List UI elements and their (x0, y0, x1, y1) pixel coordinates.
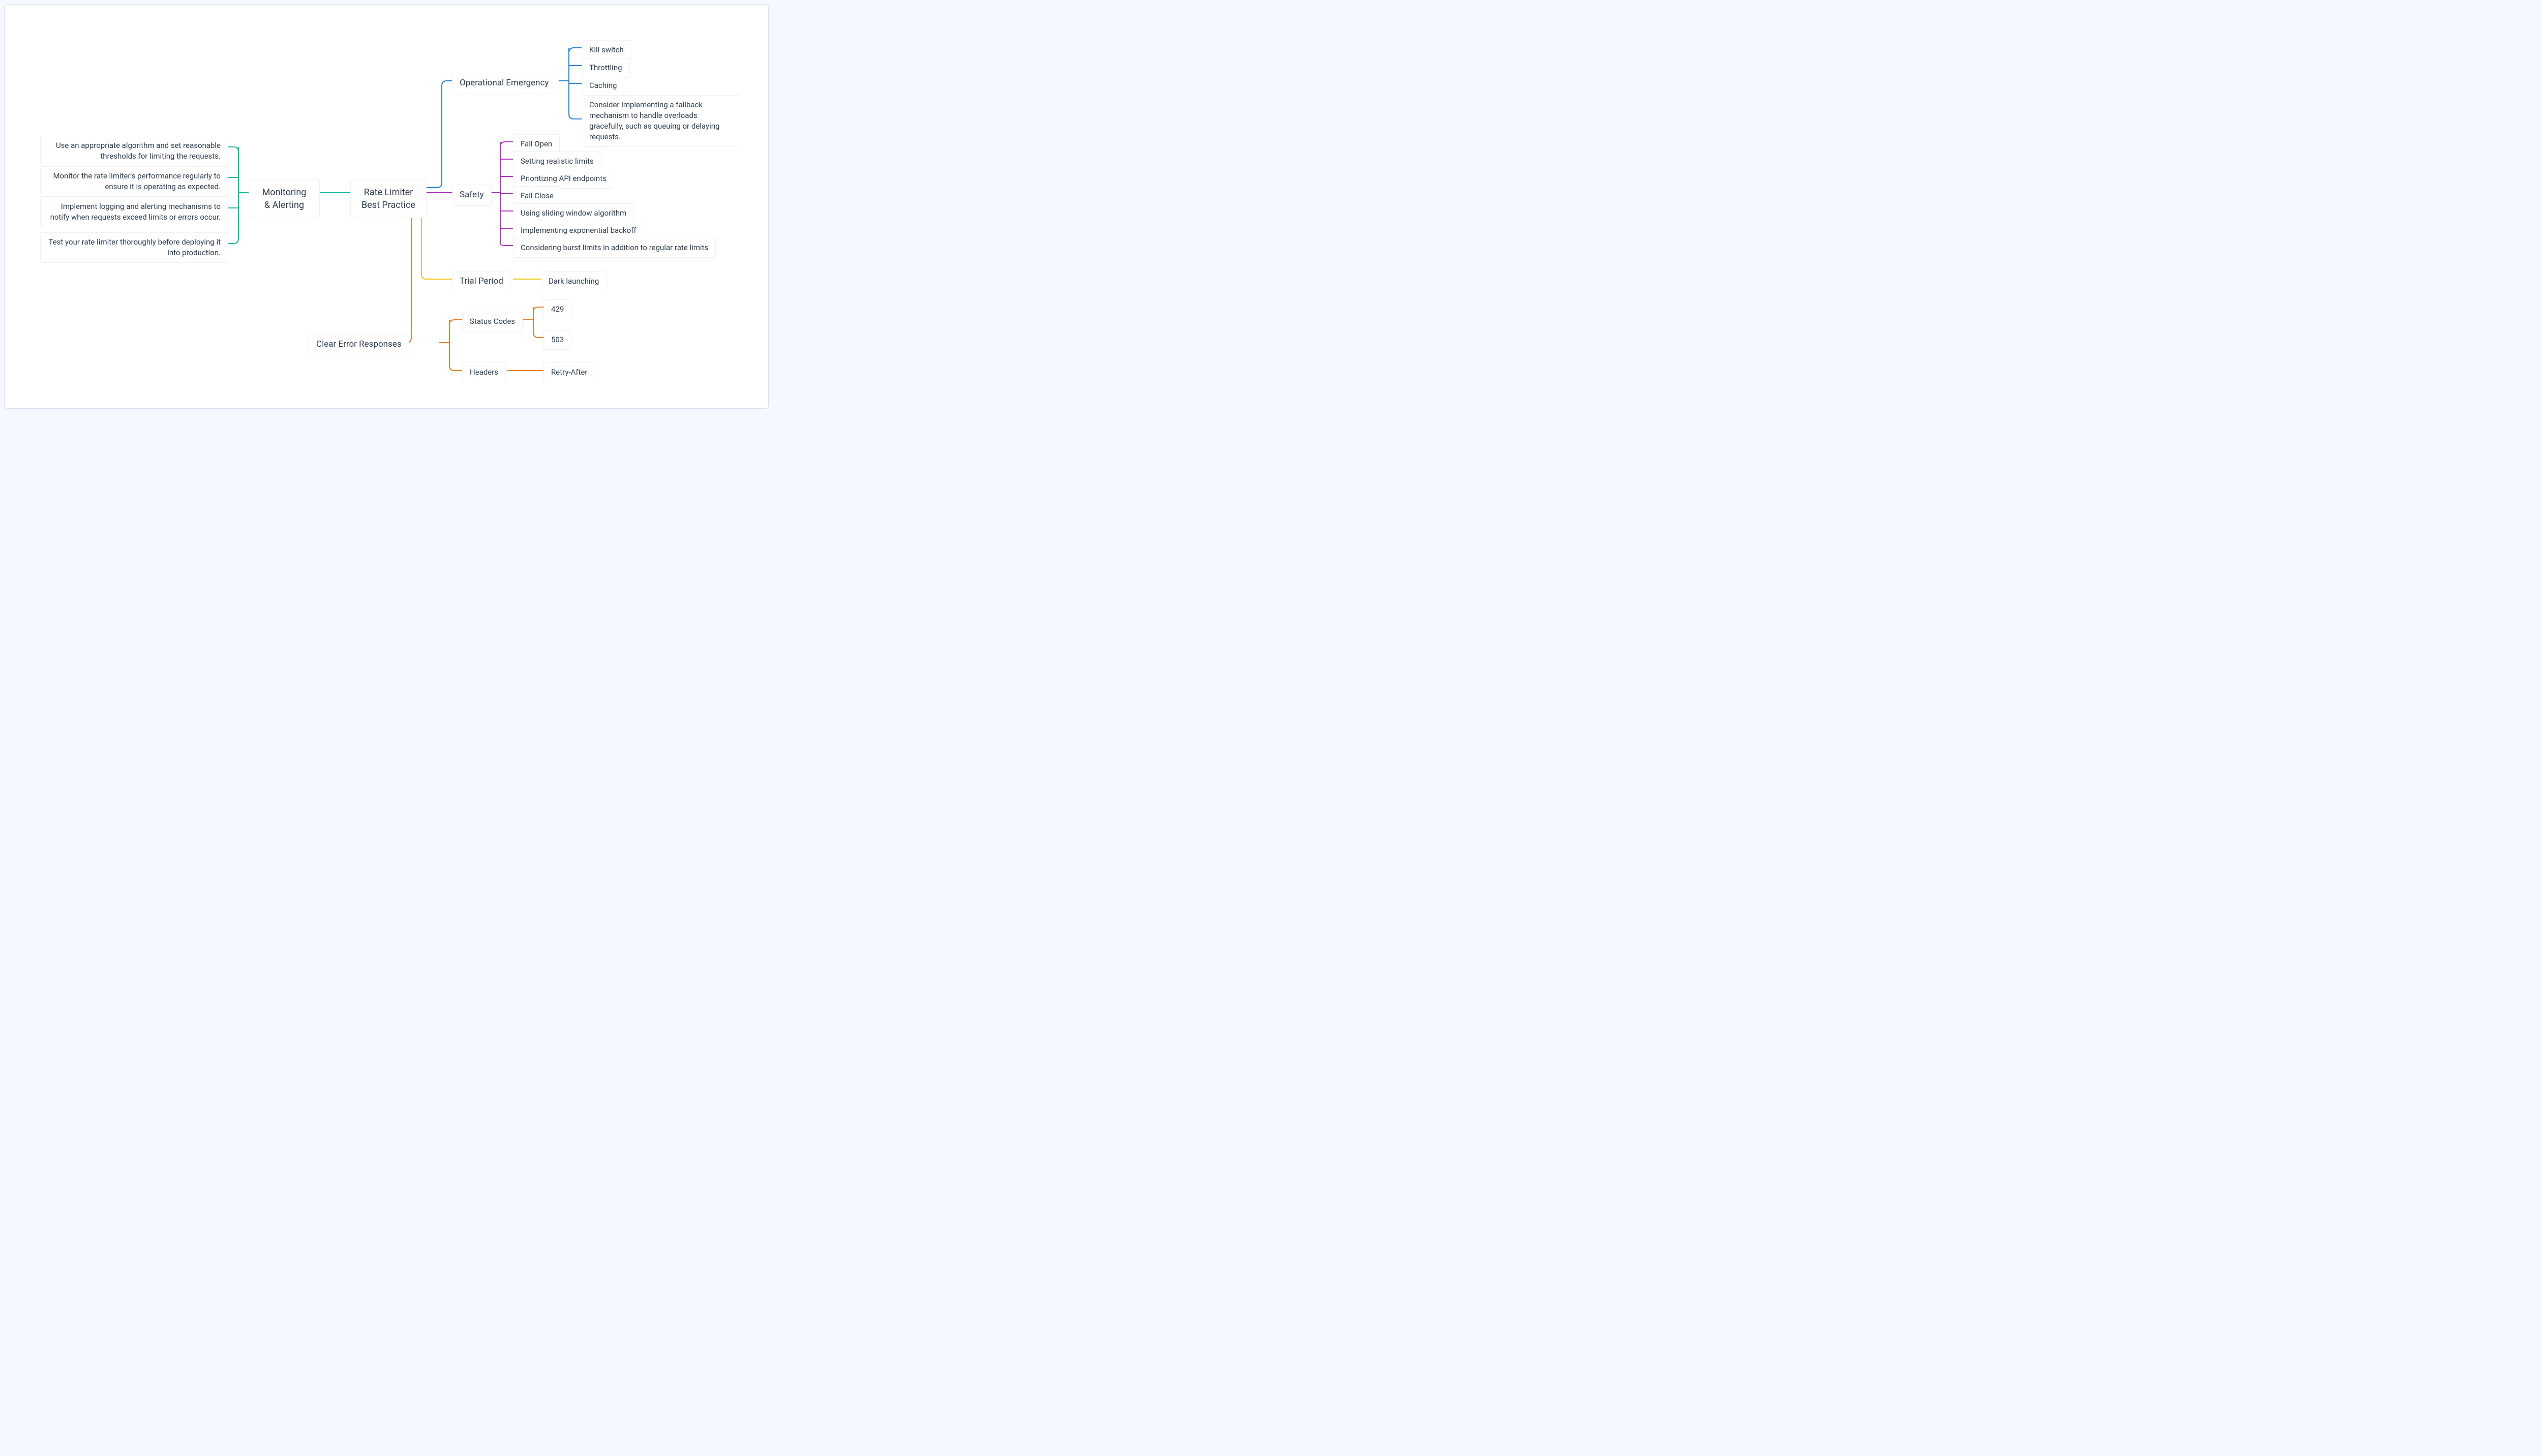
branch-monitoring-label: Monitoring & Alerting (262, 187, 307, 210)
safety-item-6: Considering burst limits in addition to … (513, 238, 716, 258)
branch-headers: Headers (462, 362, 506, 382)
monitoring-item-3: Test your rate limiter thoroughly before… (40, 232, 228, 263)
branch-safety: Safety (452, 185, 492, 206)
root-label: Rate LimiterBest Practice (361, 187, 415, 210)
root-node: Rate LimiterBest Practice (350, 179, 427, 218)
trial-item-0: Dark launching (541, 271, 607, 291)
operational-item-3: Consider implementing a fallback mechani… (582, 95, 739, 147)
branch-monitoring: Monitoring & Alerting (249, 179, 320, 218)
monitoring-item-1: Monitor the rate limiter's performance r… (40, 166, 228, 197)
branch-trial: Trial Period (452, 271, 511, 292)
mindmap-canvas: Rate LimiterBest Practice Monitoring & A… (4, 4, 769, 409)
branch-errors: Clear Error Responses (309, 334, 409, 355)
operational-item-2: Caching (582, 76, 624, 96)
status-item-0: 429 (543, 299, 571, 319)
branch-operational: Operational Emergency (452, 73, 556, 94)
headers-item-0: Retry-After (543, 362, 595, 382)
monitoring-item-2: Implement logging and alerting mechanism… (40, 197, 228, 227)
operational-item-0: Kill switch (582, 40, 631, 60)
monitoring-item-0: Use an appropriate algorithm and set rea… (40, 136, 228, 166)
branch-status-codes: Status Codes (462, 312, 523, 331)
status-item-1: 503 (543, 330, 571, 350)
operational-item-1: Throttling (582, 58, 630, 78)
